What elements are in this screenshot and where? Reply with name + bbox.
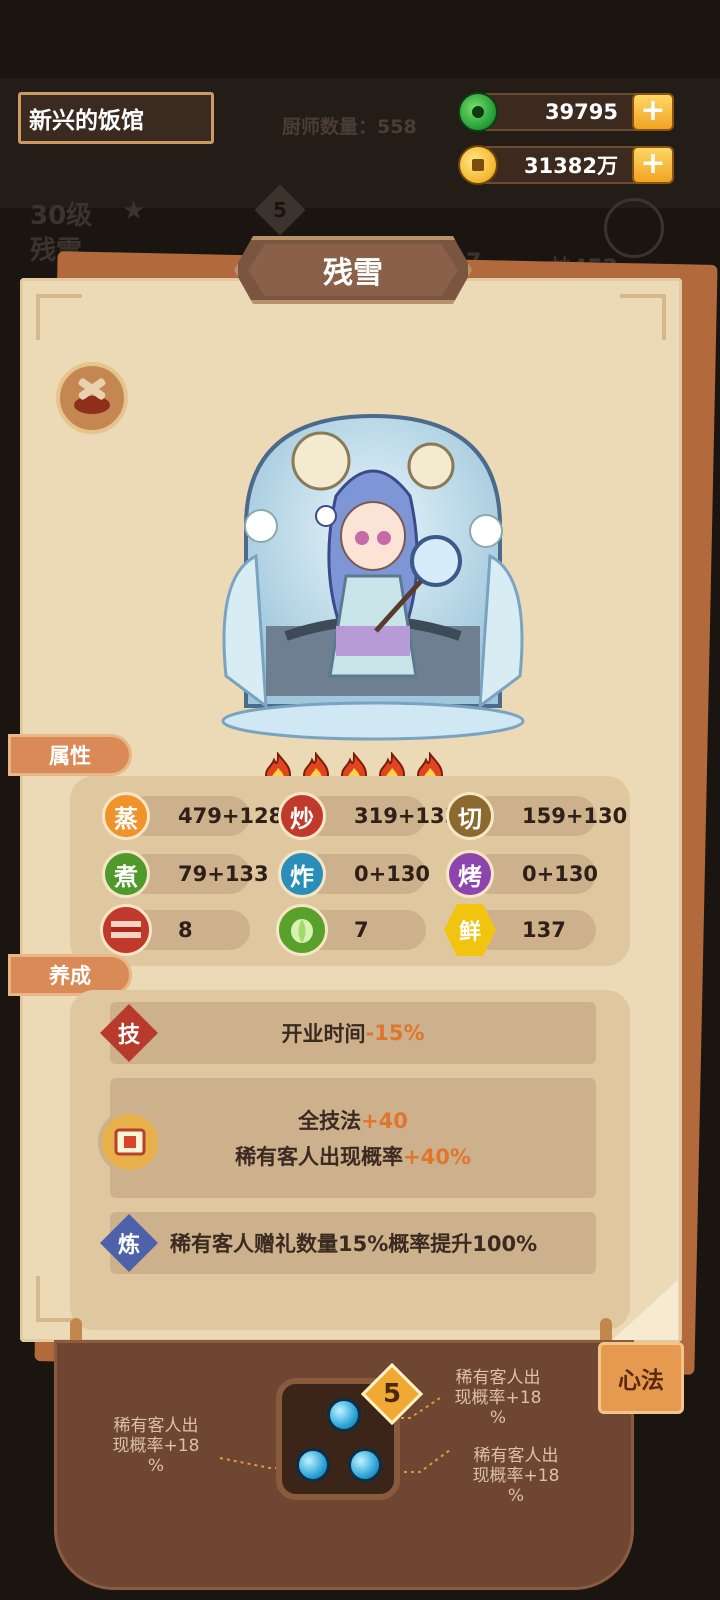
restaurant-name[interactable]: 新兴的饭馆: [18, 92, 214, 144]
ultimate-line2-value: +40%: [403, 1145, 471, 1169]
xinfa-button[interactable]: 心法: [598, 1342, 684, 1414]
chef-origin-badge[interactable]: [56, 362, 128, 434]
background-slot-badge-label: 5: [273, 198, 287, 222]
bonus-left: 稀有客人出 现概率+18 %: [112, 1416, 200, 1476]
refine-text: 稀有客人赠礼数量15%概率提升100%: [170, 1232, 538, 1256]
ultimate-row: 全技法+40 稀有客人出现概率+40%: [110, 1078, 596, 1198]
fry-icon: 炸: [278, 850, 326, 898]
refine-row: 稀有客人赠礼数量15%概率提升100%: [110, 1212, 596, 1274]
ultimate-line1-value: +40: [361, 1109, 408, 1133]
star-icon: ★: [122, 196, 146, 226]
add-jade-button[interactable]: +: [632, 93, 674, 131]
background-chef-level: 30级: [30, 201, 93, 231]
corner-ornament: [36, 294, 82, 340]
gem-slot[interactable]: [327, 1398, 361, 1432]
bonus-bottom-right: 稀有客人出 现概率+18 %: [472, 1446, 560, 1506]
corner-ornament: [620, 294, 666, 340]
chef-name: 残雪: [248, 244, 458, 296]
roast-icon: 烤: [446, 850, 494, 898]
jade-icon: [458, 92, 498, 132]
bonus-top-right: 稀有客人出 现概率+18 %: [454, 1368, 542, 1428]
boil-icon: 煮: [102, 850, 150, 898]
skill-value: -15%: [365, 1021, 425, 1045]
stirfry-icon: 炒: [278, 792, 326, 840]
gem-slot[interactable]: [296, 1448, 330, 1482]
skill-text: 开业时间: [281, 1022, 366, 1046]
cabbage-icon: [276, 904, 328, 956]
chef-portrait: [221, 413, 525, 741]
chef-count: 厨师数量：558: [282, 116, 417, 138]
gem-slot[interactable]: [348, 1448, 382, 1482]
skill-row: 开业时间 -15%: [110, 1002, 596, 1064]
ultimate-line2-text: 稀有客人出现概率: [235, 1145, 404, 1169]
background-button: [604, 198, 664, 258]
cut-icon: 切: [446, 792, 494, 840]
meat-icon: [100, 904, 152, 956]
ultimate-line1-text: 全技法: [298, 1109, 362, 1133]
tab-attributes[interactable]: 属性: [8, 734, 132, 776]
steam-icon: 蒸: [102, 792, 150, 840]
crossed-knives-icon: [74, 378, 110, 414]
add-coin-button[interactable]: +: [632, 146, 674, 184]
xinfa-level: 5: [382, 1379, 402, 1409]
coin-icon: [458, 145, 498, 185]
scroll-icon[interactable]: [98, 1110, 162, 1174]
